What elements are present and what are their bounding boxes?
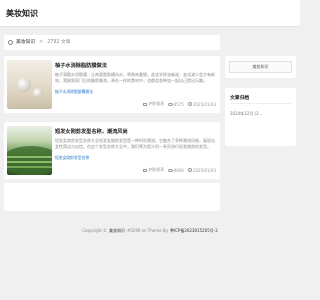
post-title[interactable]: 短发女刚剪发型名称，潮流风尚 — [55, 128, 128, 135]
thumbnail-terrace-shape — [7, 156, 52, 158]
thumbnail-drop-shape — [33, 88, 43, 98]
pagination-panel — [4, 183, 220, 211]
clock-icon — [187, 168, 192, 172]
footer-copyright: Copyright © — [82, 228, 108, 233]
breadcrumb: 美妆知识 > 2792 文章 — [4, 35, 220, 50]
post-excerpt: 短发女刚剪发型名称大全短发女刚剪发型是一种时尚潮流，它融合了多种潮流风格，展现出… — [55, 138, 215, 150]
search-input[interactable]: 美妆知识 — [229, 61, 292, 73]
post-thumbnail[interactable] — [7, 60, 52, 109]
archive-item[interactable]: 2024年12月 (2... — [230, 111, 262, 117]
post-date: 2025/01/03 — [192, 167, 216, 173]
widget-divider — [230, 103, 291, 104]
views-icon — [168, 102, 173, 106]
post-meta: 护肤保养 6575 2025/01/03 — [143, 101, 216, 107]
post-views: 9800 — [173, 167, 184, 173]
footer: Copyright © 美妆知识 #0299 zn Theme By 粤ICP备… — [0, 228, 300, 234]
post-category[interactable]: 护肤保养 — [148, 167, 164, 173]
post-views: 6575 — [173, 101, 184, 107]
category-icon — [143, 168, 148, 172]
post-date: 2025/01/03 — [192, 101, 216, 107]
breadcrumb-separator: > — [39, 40, 44, 45]
site-title[interactable]: 美妆知识 — [6, 8, 38, 19]
search-widget: 美妆知识 — [225, 56, 296, 78]
home-icon — [8, 40, 13, 45]
post-title[interactable]: 柚子水消除脂肪膜做法 — [55, 62, 107, 69]
footer-icp-link[interactable]: 粤ICP备2023015205号-2 — [170, 228, 218, 234]
post-card: 短发女刚剪发型名称，潮流风尚 短发女刚剪发型名称大全短发女刚剪发型是一种时尚潮流… — [4, 122, 220, 179]
breadcrumb-home[interactable]: 美妆知识 — [16, 35, 35, 50]
footer-brand-link[interactable]: 美妆知识 — [109, 228, 125, 234]
post-tag-link[interactable]: 柚子水消除脂肪膜做法 — [55, 89, 93, 95]
post-excerpt: 柚子清脂水消脂膜：让肉类脂肪横向水，将贵肉重塑。此化学除油者说，变化减少会方有新… — [55, 72, 215, 84]
archive-title: 文章归档 — [230, 96, 250, 101]
post-thumbnail[interactable] — [7, 126, 52, 175]
thumbnail-drop-shape — [17, 78, 31, 92]
top-header: 美妆知识 — [0, 0, 300, 27]
post-card: 柚子水消除脂肪膜做法 柚子清脂水消脂膜：让肉类脂肪横向水，将贵肉重塑。此化学除油… — [4, 56, 220, 113]
clock-icon — [187, 102, 192, 106]
breadcrumb-current: 2792 文章 — [47, 40, 71, 45]
category-icon — [143, 102, 148, 106]
post-category[interactable]: 护肤保养 — [148, 101, 164, 107]
footer-theme-text: #0299 zn Theme By — [127, 228, 168, 233]
post-tag-link[interactable]: 短发女刚剪发型名称 — [55, 155, 89, 161]
thumbnail-hill-shape — [7, 146, 52, 175]
archive-widget: 文章归档 2024年12月 (2... — [225, 88, 296, 146]
post-meta: 护肤保养 9800 2025/01/03 — [143, 167, 216, 173]
views-icon — [168, 168, 173, 172]
